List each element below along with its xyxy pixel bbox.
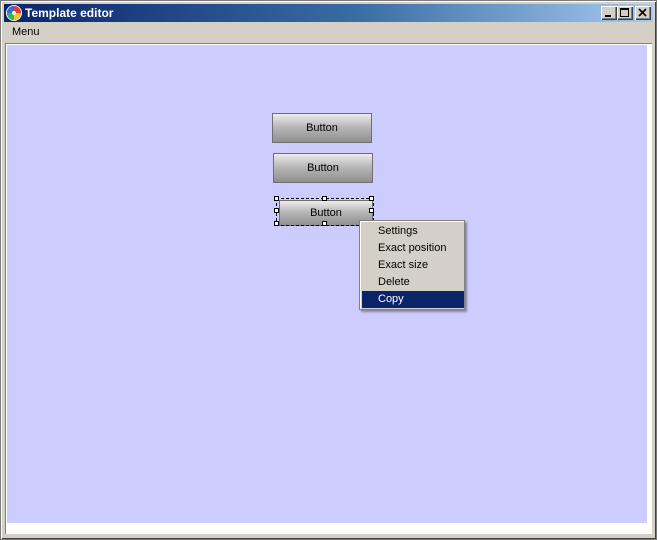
resize-handle-bottom[interactable] — [322, 221, 327, 226]
maximize-icon — [620, 8, 629, 17]
app-icon[interactable] — [7, 6, 21, 20]
context-menu-settings[interactable]: Settings — [362, 223, 464, 240]
resize-handle-top-left[interactable] — [274, 196, 279, 201]
resize-handle-right[interactable] — [369, 208, 374, 213]
template-button-1-label: Button — [306, 122, 338, 134]
resize-handle-left[interactable] — [274, 208, 279, 213]
context-menu-exact-position[interactable]: Exact position — [362, 240, 464, 257]
design-area[interactable]: Button Button Button — [7, 45, 647, 523]
minimize-icon — [605, 15, 611, 17]
minimize-button[interactable] — [601, 6, 617, 20]
context-menu-copy[interactable]: Copy — [362, 291, 464, 308]
context-menu-exact-size[interactable]: Exact size — [362, 257, 464, 274]
template-editor-window: Template editor Menu Button Button Butto… — [0, 0, 657, 540]
resize-handle-top[interactable] — [322, 196, 327, 201]
close-icon — [638, 8, 647, 17]
context-menu: Settings Exact position Exact size Delet… — [359, 220, 465, 310]
menu-bar: Menu — [4, 23, 653, 41]
close-button[interactable] — [635, 6, 651, 20]
canvas-frame: Button Button Button — [5, 43, 652, 534]
resize-handle-bottom-left[interactable] — [274, 221, 279, 226]
menu-item-menu[interactable]: Menu — [12, 26, 40, 38]
title-bar[interactable]: Template editor — [4, 4, 653, 22]
window-title: Template editor — [25, 6, 114, 20]
template-button-2[interactable]: Button — [273, 153, 373, 183]
template-button-2-label: Button — [307, 162, 339, 174]
maximize-button[interactable] — [617, 6, 633, 20]
resize-handle-top-right[interactable] — [369, 196, 374, 201]
context-menu-delete[interactable]: Delete — [362, 274, 464, 291]
template-button-1[interactable]: Button — [272, 113, 372, 143]
